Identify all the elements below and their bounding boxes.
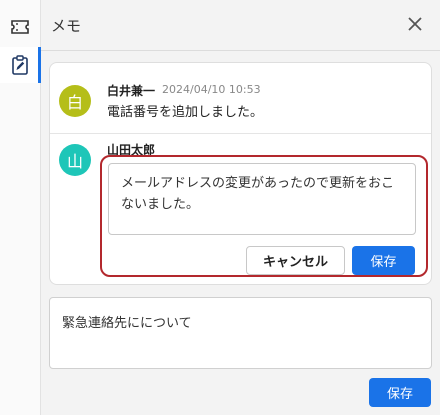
close-icon — [408, 17, 422, 31]
rail-ticket-button[interactable] — [0, 9, 40, 45]
avatar: 白 — [59, 85, 91, 117]
rail-memo-button[interactable] — [0, 47, 41, 83]
cancel-button[interactable]: キャンセル — [246, 246, 345, 275]
save-memo-button[interactable]: 保存 — [369, 378, 431, 407]
ticket-icon — [11, 20, 29, 34]
panel-header: メモ — [41, 0, 440, 51]
memo-panel: メモ 白 白井兼一 2024/04/10 10:53 電話番号を追加しました。 … — [41, 0, 440, 415]
comment-thread: 白 白井兼一 2024/04/10 10:53 電話番号を追加しました。 山 山… — [49, 62, 432, 285]
comment-author: 白井兼一 — [107, 84, 156, 98]
edit-comment-input[interactable]: メールアドレスの変更があったので更新をおこないました。 — [108, 163, 416, 235]
comment-divider — [50, 133, 431, 134]
comment-text: 電話番号を追加しました。 — [107, 105, 264, 120]
save-edit-button[interactable]: 保存 — [352, 246, 415, 275]
edit-comment-area: メールアドレスの変更があったので更新をおこないました。 キャンセル 保存 — [100, 155, 428, 277]
side-rail — [0, 0, 41, 415]
close-button[interactable] — [404, 13, 426, 35]
avatar: 山 — [59, 144, 91, 176]
comment-timestamp: 2024/04/10 10:53 — [162, 83, 261, 96]
page-title: メモ — [51, 17, 82, 35]
clipboard-edit-icon — [12, 55, 28, 75]
new-memo-input[interactable]: 緊急連絡先にについて — [49, 297, 432, 369]
